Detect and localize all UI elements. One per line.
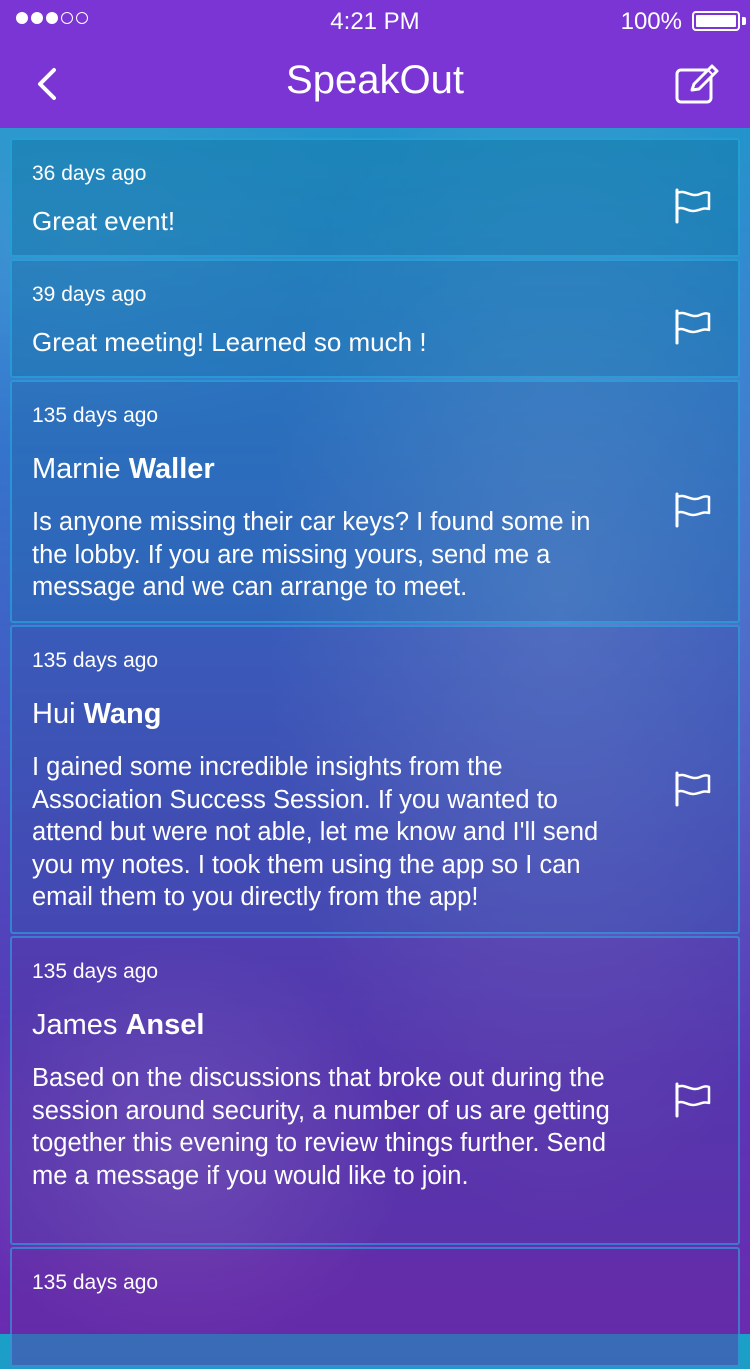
post-message: I gained some incredible insights from t… <box>32 753 599 911</box>
post-timestamp: 135 days ago <box>32 649 159 672</box>
author-last-name: Waller <box>128 453 215 485</box>
compose-icon[interactable] <box>674 62 722 106</box>
battery-icon <box>692 11 740 31</box>
post-message: Great event! <box>32 206 176 236</box>
author-last-name: Ansel <box>125 1009 205 1041</box>
post-message: Great meeting! Learned so much ! <box>32 327 427 357</box>
post-message: Is anyone missing their car keys? I foun… <box>32 508 591 601</box>
post-card[interactable]: 135 days ago <box>10 1247 740 1367</box>
flag-icon[interactable] <box>674 492 712 528</box>
post-card[interactable]: 39 days ago Great meeting! Learned so mu… <box>10 259 740 378</box>
flag-icon[interactable] <box>674 1082 712 1118</box>
post-card[interactable]: 135 days ago James Ansel Based on the di… <box>10 936 740 1245</box>
battery-tip <box>742 17 746 25</box>
post-timestamp: 39 days ago <box>32 283 147 306</box>
post-author: Marnie Waller <box>32 452 628 486</box>
flag-icon[interactable] <box>674 309 712 345</box>
post-timestamp: 135 days ago <box>32 960 159 983</box>
flag-icon[interactable] <box>674 188 712 224</box>
post-card[interactable]: 36 days ago Great event! <box>10 138 740 257</box>
author-first-name: Marnie <box>32 453 121 485</box>
nav-bar: SpeakOut <box>0 40 750 128</box>
post-message: Based on the discussions that broke out … <box>32 1064 610 1190</box>
page-title: SpeakOut <box>286 58 464 102</box>
author-first-name: James <box>32 1009 118 1041</box>
battery-percentage: 100% <box>620 8 682 35</box>
author-last-name: Wang <box>83 698 162 730</box>
post-timestamp: 135 days ago <box>32 404 159 427</box>
flag-icon[interactable] <box>674 771 712 807</box>
status-bar: 4:21 PM 100% <box>0 0 750 40</box>
author-first-name: Hui <box>32 698 76 730</box>
post-author: Hui Wang <box>32 697 628 731</box>
post-author: James Ansel <box>32 1008 628 1042</box>
post-feed: 36 days ago Great event! 39 days ago Gre… <box>10 138 740 1369</box>
post-timestamp: 36 days ago <box>32 162 147 185</box>
post-timestamp: 135 days ago <box>32 1271 159 1294</box>
post-card[interactable]: 135 days ago Hui Wang I gained some incr… <box>10 625 740 934</box>
post-card[interactable]: 135 days ago Marnie Waller Is anyone mis… <box>10 380 740 623</box>
